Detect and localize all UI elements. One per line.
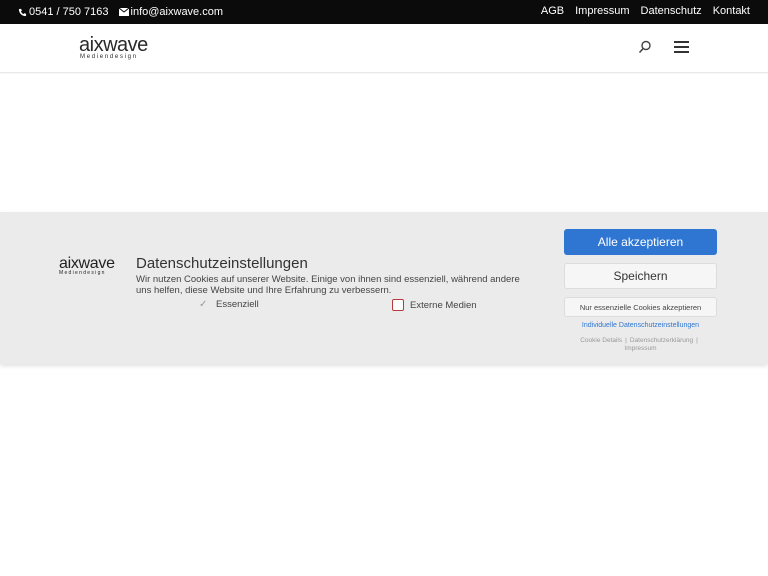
option-essential: ✓ Essenziell (199, 299, 259, 310)
email-link[interactable]: info@aixwave.com (118, 6, 223, 18)
hamburger-menu-icon[interactable] (674, 41, 689, 54)
nav-link-impressum[interactable]: Impressum (575, 5, 629, 17)
site-header: aixwave Mediendesign (0, 24, 768, 73)
phone-icon (18, 8, 27, 16)
nav-link-kontakt[interactable]: Kontakt (713, 5, 750, 17)
top-nav: AGB Impressum Datenschutz Kontakt (530, 5, 750, 17)
option-essential-label: Essenziell (216, 299, 259, 310)
banner-description: Wir nutzen Cookies auf unserer Website. … (136, 274, 520, 296)
imprint-link[interactable]: Impressum (624, 345, 656, 352)
checkmark-icon: ✓ (199, 299, 208, 310)
privacy-policy-link[interactable]: Datenschutzerklärung (630, 337, 693, 344)
separator: | (625, 337, 627, 344)
cookie-details-link[interactable]: Cookie Details (580, 337, 622, 344)
envelope-icon (118, 8, 129, 16)
logo-subtitle: Mediendesign (80, 54, 138, 60)
accept-all-button[interactable]: Alle akzeptieren (564, 229, 717, 255)
search-icon[interactable] (638, 40, 654, 56)
top-bar: 0541 / 750 7163 info@aixwave.com AGB Imp… (0, 0, 768, 24)
save-button[interactable]: Speichern (564, 263, 717, 289)
nav-link-agb[interactable]: AGB (541, 5, 564, 17)
separator: | (696, 337, 698, 344)
external-media-checkbox[interactable] (392, 299, 404, 311)
banner-logo-wordmark: aixwave (59, 255, 115, 272)
option-external-label[interactable]: Externe Medien (410, 300, 477, 311)
individual-settings-link[interactable]: Individuelle Datenschutzeinstellungen (564, 322, 717, 329)
site-logo[interactable]: aixwave Mediendesign (79, 34, 148, 61)
logo-wordmark: aixwave (79, 34, 148, 56)
banner-logo: aixwave Mediendesign (59, 255, 115, 277)
essential-only-button[interactable]: Nur essenzielle Cookies akzeptieren (564, 297, 717, 317)
contact-info: 0541 / 750 7163 info@aixwave.com (18, 6, 233, 18)
phone-link[interactable]: 0541 / 750 7163 (18, 6, 109, 18)
phone-number[interactable]: 0541 / 750 7163 (29, 6, 109, 18)
email-address[interactable]: info@aixwave.com (131, 6, 223, 18)
nav-link-datenschutz[interactable]: Datenschutz (641, 5, 702, 17)
option-external-media[interactable]: Externe Medien (392, 299, 477, 311)
banner-footer-links: Cookie Details | Datenschutzerklärung | Imp… (564, 337, 717, 353)
banner-title: Datenschutzeinstellungen (136, 255, 308, 272)
